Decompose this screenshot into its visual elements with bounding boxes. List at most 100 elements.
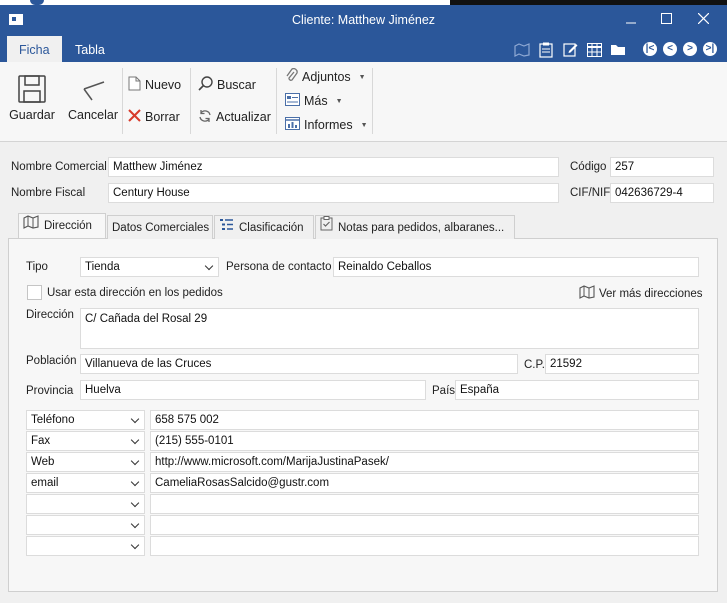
- ver-mas-label: Ver más direcciones: [599, 287, 703, 300]
- map-icon: [579, 285, 595, 302]
- reports-button[interactable]: Informes ▼: [285, 114, 368, 136]
- delete-x-icon: [128, 109, 141, 125]
- contact-type-select[interactable]: Teléfono: [26, 410, 145, 430]
- attachments-label: Adjuntos: [302, 70, 351, 84]
- tab-tabla[interactable]: Tabla: [63, 36, 117, 62]
- nombre-fiscal-field[interactable]: Century House: [108, 183, 559, 203]
- contact-type-select[interactable]: Fax: [26, 431, 145, 451]
- cif-label: CIF/NIF: [570, 187, 611, 199]
- chevron-down-icon: ▼: [335, 97, 343, 105]
- ribbon-separator: [372, 68, 373, 134]
- tab-direccion[interactable]: Dirección: [18, 213, 106, 238]
- contact-value-field[interactable]: (215) 555-0101: [150, 431, 699, 451]
- quick-access-toolbar: |< < > >|: [513, 41, 717, 58]
- tab-clasificacion[interactable]: Clasificación: [214, 215, 314, 239]
- minimize-icon[interactable]: [620, 11, 642, 29]
- search-button[interactable]: Buscar: [198, 74, 256, 96]
- contact-type-select[interactable]: [26, 515, 145, 535]
- more-label: Más: [304, 94, 328, 108]
- contacto-label: Persona de contacto: [226, 261, 332, 273]
- cancel-button[interactable]: Cancelar: [66, 70, 120, 122]
- refresh-button[interactable]: Actualizar: [198, 106, 271, 128]
- map-icon[interactable]: [513, 41, 531, 58]
- close-icon[interactable]: [692, 11, 714, 29]
- new-document-icon: [128, 76, 141, 94]
- pais-label: País: [432, 385, 456, 397]
- list-icon: [219, 216, 234, 240]
- tab-datos-comerciales[interactable]: Datos Comerciales: [107, 215, 213, 239]
- tab-notas-label: Notas para pedidos, albaranes...: [338, 221, 505, 234]
- save-button[interactable]: Guardar: [7, 70, 57, 122]
- contact-type-select[interactable]: [26, 536, 145, 556]
- poblacion-field[interactable]: Villanueva de las Cruces: [80, 354, 518, 374]
- contact-value-field[interactable]: [150, 494, 699, 514]
- contact-value-field[interactable]: [150, 536, 699, 556]
- attachments-button[interactable]: Adjuntos ▼: [285, 66, 366, 88]
- ribbon-separator: [276, 68, 277, 134]
- ribbon-separator: [190, 68, 191, 134]
- previous-record-icon[interactable]: <: [663, 42, 677, 56]
- refresh-label: Actualizar: [216, 110, 271, 124]
- direccion-field[interactable]: C/ Cañada del Rosal 29: [80, 308, 699, 349]
- cif-field[interactable]: 042636729-4: [610, 183, 714, 203]
- search-icon: [198, 76, 213, 94]
- folder-icon[interactable]: [609, 41, 627, 58]
- separator: [633, 41, 637, 58]
- next-record-icon[interactable]: >: [683, 42, 697, 56]
- report-icon: [285, 117, 300, 133]
- paperclip-icon: [285, 67, 298, 86]
- window-title: Cliente: Matthew Jiménez: [291, 13, 436, 27]
- codigo-label: Código: [570, 161, 607, 173]
- ver-mas-direcciones-link[interactable]: Ver más direcciones: [579, 285, 703, 302]
- tab-direccion-label: Dirección: [44, 220, 92, 232]
- tipo-label: Tipo: [26, 261, 48, 273]
- clipboard-icon[interactable]: [537, 41, 555, 58]
- nombre-fiscal-label: Nombre Fiscal: [11, 187, 86, 199]
- contact-type-select[interactable]: email: [26, 473, 145, 493]
- tab-ficha[interactable]: Ficha: [7, 36, 62, 62]
- search-label: Buscar: [217, 78, 256, 92]
- cp-label: C.P.: [524, 359, 545, 371]
- chevron-down-icon: ▼: [360, 121, 368, 129]
- provincia-field[interactable]: Huelva: [80, 380, 426, 400]
- first-record-icon[interactable]: |<: [643, 42, 657, 56]
- ribbon-separator: [122, 68, 123, 134]
- nombre-comercial-label: Nombre Comercial: [11, 161, 107, 173]
- contacto-field[interactable]: Reinaldo Ceballos: [333, 257, 699, 277]
- contact-type-select[interactable]: Web: [26, 452, 145, 472]
- pais-field[interactable]: España: [455, 380, 699, 400]
- clipboard-icon: [320, 215, 333, 240]
- delete-label: Borrar: [145, 110, 180, 124]
- codigo-field[interactable]: 257: [610, 157, 714, 177]
- tipo-select[interactable]: Tienda: [80, 257, 219, 277]
- direccion-label: Dirección: [26, 309, 74, 321]
- edit-icon[interactable]: [561, 41, 579, 58]
- more-button[interactable]: Más ▼: [285, 90, 343, 112]
- delete-button[interactable]: Borrar: [128, 106, 180, 128]
- usar-direccion-label: Usar esta dirección en los pedidos: [47, 287, 223, 299]
- contact-value-field[interactable]: CameliaRosasSalcido@gustr.com: [150, 473, 699, 493]
- last-record-icon[interactable]: >|: [703, 42, 717, 56]
- maximize-icon[interactable]: [655, 11, 677, 29]
- tab-clasificacion-label: Clasificación: [239, 221, 304, 234]
- new-button[interactable]: Nuevo: [128, 74, 181, 96]
- usar-direccion-checkbox[interactable]: [27, 285, 42, 300]
- chevron-down-icon: ▼: [358, 73, 366, 81]
- save-icon: [7, 70, 57, 104]
- save-label: Guardar: [9, 108, 55, 122]
- cancel-label: Cancelar: [67, 108, 119, 122]
- nombre-comercial-field[interactable]: Matthew Jiménez: [108, 157, 559, 177]
- contact-value-field[interactable]: http://www.microsoft.com/MarijaJustinaPa…: [150, 452, 699, 472]
- contact-value-field[interactable]: 658 575 002: [150, 410, 699, 430]
- poblacion-label: Población: [26, 355, 77, 367]
- ribbon-tab-bar: Ficha Tabla |< < > >|: [0, 36, 727, 62]
- map-icon: [23, 214, 39, 238]
- form-icon: [285, 93, 300, 109]
- tab-notas[interactable]: Notas para pedidos, albaranes...: [315, 215, 515, 239]
- undo-icon: [66, 70, 120, 104]
- contact-type-select[interactable]: [26, 494, 145, 514]
- cp-field[interactable]: 21592: [545, 354, 699, 374]
- provincia-label: Provincia: [26, 385, 74, 397]
- contact-value-field[interactable]: [150, 515, 699, 535]
- grid-icon[interactable]: [585, 41, 603, 58]
